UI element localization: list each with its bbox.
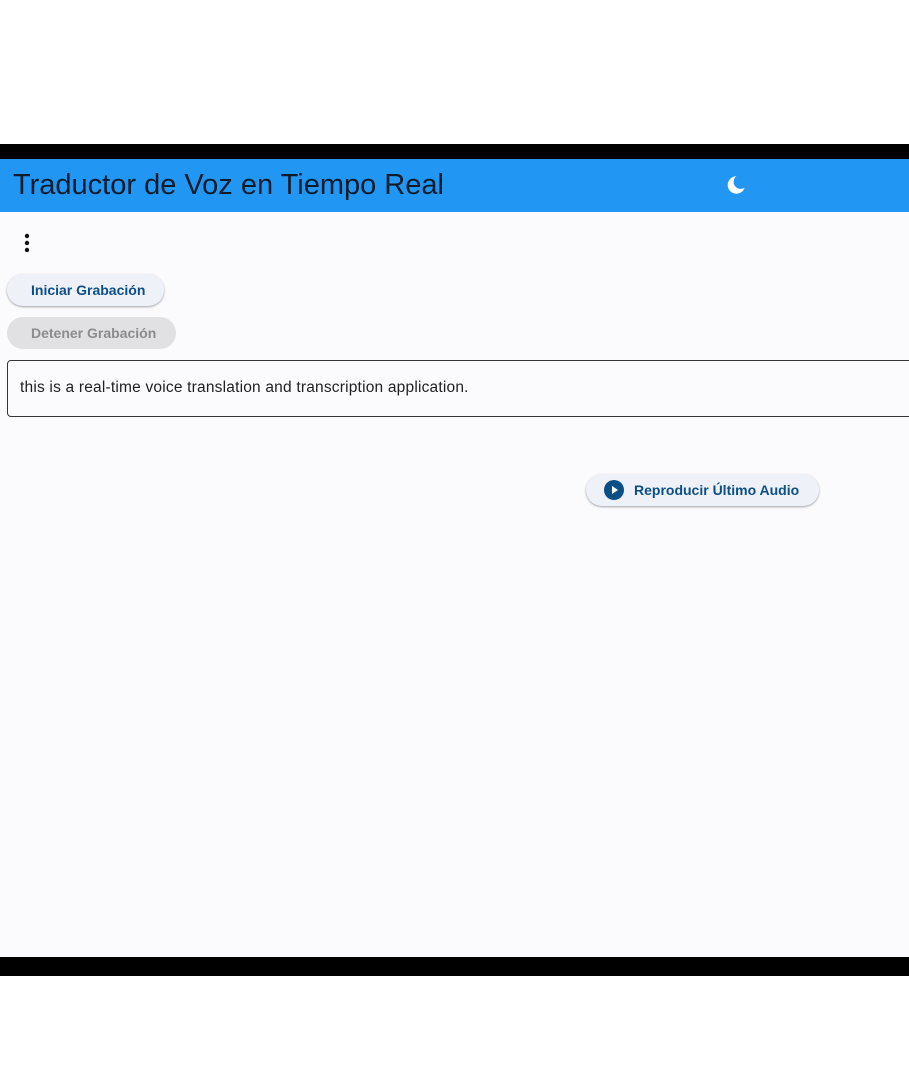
play-circle-icon [604, 480, 624, 500]
stop-recording-button[interactable]: Detener Grabación [7, 317, 176, 349]
play-last-audio-button[interactable]: Reproducir Último Audio [586, 474, 819, 506]
app-bar: Traductor de Voz en Tiempo Real [0, 159, 909, 212]
more-vert-icon [24, 233, 30, 253]
theme-toggle-button[interactable] [722, 171, 750, 199]
start-recording-label: Iniciar Grabación [31, 282, 146, 298]
screenshot-page: Traductor de Voz en Tiempo Real Iniciar … [0, 0, 909, 1080]
transcript-text: this is a real-time voice translation an… [20, 379, 469, 396]
play-last-audio-label: Reproducir Último Audio [634, 482, 800, 498]
start-recording-button[interactable]: Iniciar Grabación [7, 274, 164, 306]
stop-recording-label: Detener Grabación [31, 325, 157, 341]
letterbox-top [0, 144, 909, 159]
more-options-button[interactable] [15, 231, 39, 255]
transcript-field[interactable]: this is a real-time voice translation an… [7, 360, 909, 417]
app-window: Traductor de Voz en Tiempo Real Iniciar … [0, 159, 909, 957]
letterbox-bottom [0, 957, 909, 976]
moon-icon [727, 176, 745, 194]
app-title: Traductor de Voz en Tiempo Real [13, 169, 444, 201]
